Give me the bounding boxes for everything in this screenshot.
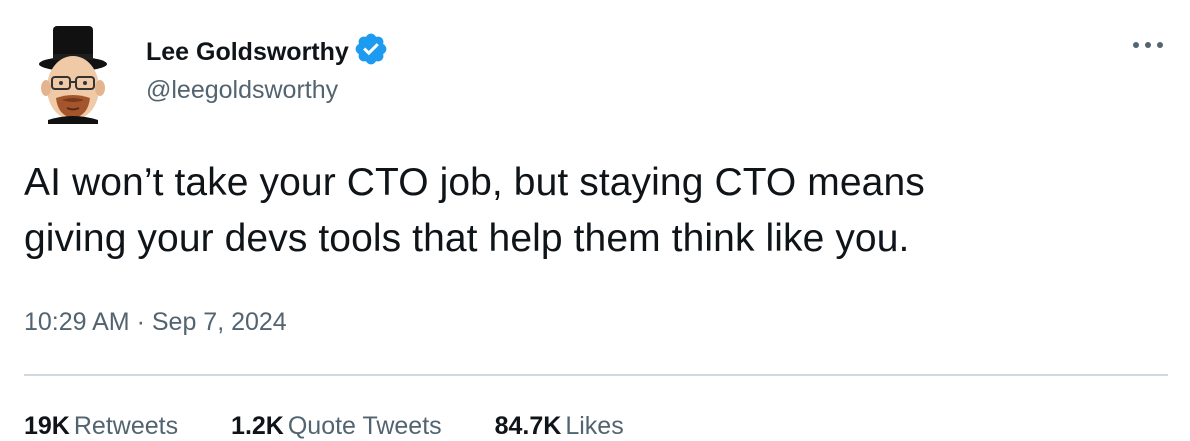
name-row: Lee Goldsworthy	[146, 32, 389, 72]
retweets-label: Retweets	[73, 412, 179, 440]
divider	[24, 374, 1168, 376]
quote-tweets-label: Quote Tweets	[287, 412, 442, 440]
quote-tweets-stat[interactable]: 1.2K Quote Tweets	[231, 412, 442, 441]
retweets-count: 19K	[24, 412, 70, 440]
more-options-icon	[1133, 42, 1163, 48]
likes-stat[interactable]: 84.7K Likes	[495, 412, 624, 441]
avatar-illustration	[39, 26, 107, 124]
user-handle[interactable]: @leegoldsworthy	[146, 76, 389, 105]
tweet-date[interactable]: Sep 7, 2024	[152, 308, 287, 336]
timestamp-separator: ·	[136, 308, 145, 336]
verified-badge-icon	[353, 31, 389, 67]
retweets-stat[interactable]: 19K Retweets	[24, 412, 178, 441]
avatar[interactable]	[30, 20, 116, 124]
likes-count: 84.7K	[494, 412, 562, 440]
display-name[interactable]: Lee Goldsworthy	[146, 38, 349, 67]
likes-label: Likes	[565, 412, 624, 440]
quote-tweets-count: 1.2K	[231, 412, 284, 440]
tweet-timestamp: 10:29 AM · Sep 7, 2024	[24, 308, 287, 337]
engagement-stats: 19K Retweets 1.2K Quote Tweets 84.7K Likes	[24, 412, 670, 441]
author-block: Lee Goldsworthy @leegoldsworthy	[146, 32, 389, 105]
tweet-text: AI won’t take your CTO job, but staying …	[24, 161, 925, 260]
tweet-card: Lee Goldsworthy @leegoldsworthy AI won’t…	[0, 0, 1190, 440]
tweet-time[interactable]: 10:29 AM	[24, 308, 130, 336]
more-options-button[interactable]	[1126, 30, 1170, 60]
